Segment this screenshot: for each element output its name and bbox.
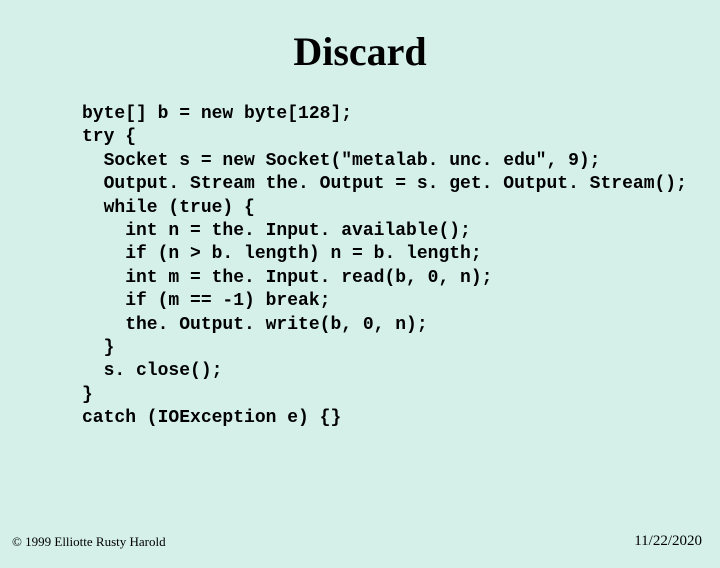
code-line: if (m == -1) break;	[82, 291, 330, 311]
footer-copyright: © 1999 Elliotte Rusty Harold	[12, 534, 166, 550]
code-line: int n = the. Input. available();	[82, 221, 471, 241]
code-line: Socket s = new Socket("metalab. unc. edu…	[82, 151, 600, 171]
code-line: the. Output. write(b, 0, n);	[82, 315, 428, 335]
code-line: byte[] b = new byte[128];	[82, 104, 352, 124]
code-line: }	[82, 338, 114, 358]
code-line: while (true) {	[82, 198, 255, 218]
code-line: try {	[82, 127, 136, 147]
footer-date: 11/22/2020	[634, 533, 702, 550]
code-block: byte[] b = new byte[128]; try { Socket s…	[82, 103, 720, 430]
code-line: int m = the. Input. read(b, 0, n);	[82, 268, 492, 288]
code-line: catch (IOException e) {}	[82, 408, 341, 428]
code-line: }	[82, 385, 93, 405]
slide-title: Discard	[0, 28, 720, 75]
code-line: if (n > b. length) n = b. length;	[82, 244, 482, 264]
code-line: Output. Stream the. Output = s. get. Out…	[82, 174, 687, 194]
code-line: s. close();	[82, 361, 222, 381]
